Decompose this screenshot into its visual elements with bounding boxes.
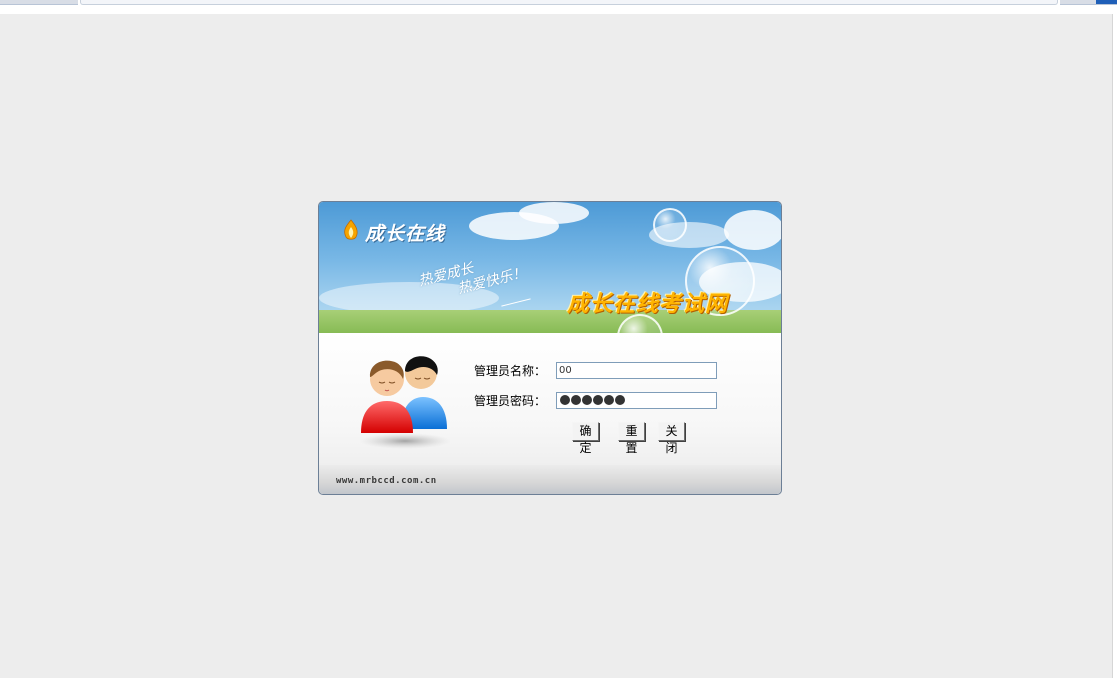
password-mask — [559, 393, 716, 408]
footer-url: www.mrbccd.com.cn — [336, 476, 437, 486]
browser-corner-icon[interactable] — [1096, 0, 1117, 4]
slogan-underline — [501, 298, 531, 307]
vertical-scrollbar[interactable] — [1112, 14, 1117, 678]
admin-name-label: 管理员名称： — [474, 363, 547, 378]
password-dot — [560, 395, 570, 405]
close-button[interactable]: 关闭 — [658, 422, 685, 455]
toolbar-left-segment — [0, 0, 78, 5]
cloud — [724, 210, 781, 250]
users-icon — [359, 356, 451, 449]
password-dot — [604, 395, 614, 405]
cloud — [519, 202, 589, 224]
login-panel: 成长在线 热爱成长 热爱快乐！ 成长在线考试网 管理员名称： 00 管理员密码：… — [318, 201, 782, 495]
password-dot — [593, 395, 603, 405]
password-row: 管理员密码： — [474, 390, 717, 410]
bubble — [653, 208, 687, 242]
panel-footer: www.mrbccd.com.cn — [319, 465, 781, 494]
reset-button[interactable]: 重置 — [618, 422, 645, 455]
admin-password-input[interactable] — [556, 391, 717, 409]
browser-toolbar — [0, 0, 1117, 14]
password-dot — [615, 395, 625, 405]
site-title: 成长在线考试网 — [567, 292, 729, 317]
banner: 成长在线 热爱成长 热爱快乐！ 成长在线考试网 — [319, 202, 781, 333]
address-bar[interactable] — [80, 0, 1058, 5]
password-dot — [571, 395, 581, 405]
flame-icon — [344, 219, 358, 240]
confirm-button[interactable]: 确定 — [572, 422, 599, 455]
login-form: 管理员名称： 00 管理员密码： 确定 重置 关闭 — [319, 333, 781, 465]
admin-password-label: 管理员密码： — [474, 393, 547, 408]
name-row: 管理员名称： 00 — [474, 360, 717, 380]
admin-name-input[interactable]: 00 — [556, 361, 717, 379]
brand-logo-text: 成长在线 — [365, 223, 446, 245]
password-dot — [582, 395, 592, 405]
